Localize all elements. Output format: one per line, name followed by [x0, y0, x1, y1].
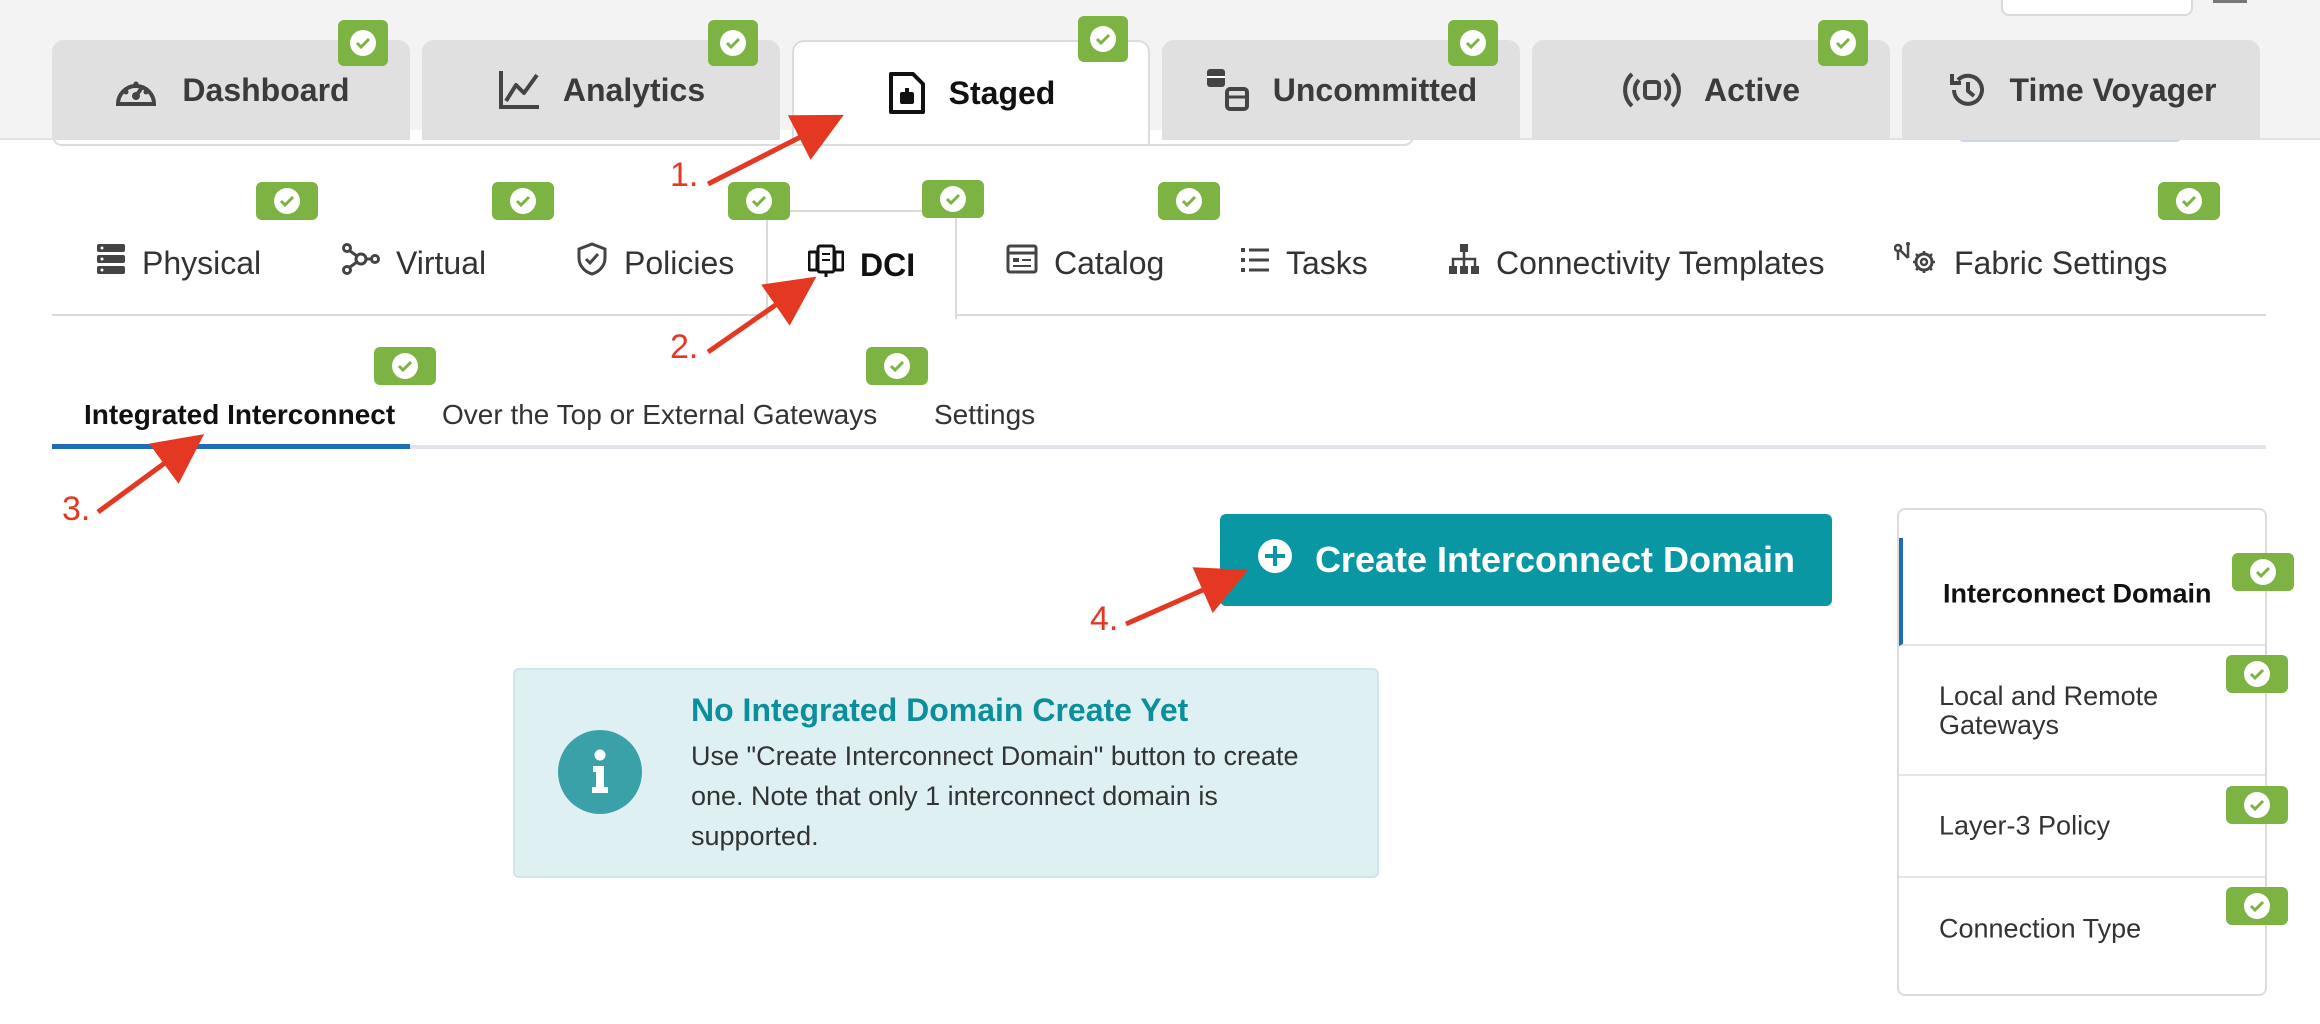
- task-list-icon: [1240, 245, 1270, 282]
- staged-document-icon: [887, 70, 927, 116]
- catalog-window-icon: [1006, 244, 1038, 282]
- tab-time-voyager[interactable]: Time Voyager: [1902, 40, 2260, 140]
- check-badge-icon: [708, 20, 758, 66]
- check-badge-icon: [866, 347, 928, 385]
- plus-circle-icon: [1257, 538, 1293, 583]
- side-item-interconnect-domain[interactable]: Interconnect Domain: [1899, 538, 2265, 646]
- side-item-label: Local and Remote Gateways: [1939, 681, 2159, 740]
- tab-settings[interactable]: Settings: [934, 385, 1035, 445]
- check-badge-icon: [374, 347, 436, 385]
- tab-analytics-label: Analytics: [562, 71, 706, 108]
- tab-tasks-label: Tasks: [1286, 244, 1368, 281]
- tab-physical-label: Physical: [142, 244, 262, 281]
- tab-dashboard-label: Dashboard: [182, 71, 350, 108]
- tab-catalog[interactable]: Catalog: [1006, 210, 1164, 316]
- tab-fabric-settings[interactable]: Fabric Settings: [1893, 210, 2168, 316]
- tab-virtual-label: Virtual: [396, 244, 487, 281]
- check-badge-icon: [1448, 20, 1498, 66]
- side-panel: Interconnect Domain Local and Remote Gat…: [1897, 508, 2267, 996]
- check-badge-icon: [1078, 16, 1128, 62]
- tab-catalog-label: Catalog: [1054, 244, 1165, 281]
- tab-integrated-interconnect[interactable]: Integrated Interconnect: [84, 385, 395, 445]
- info-circle-icon: [558, 730, 642, 814]
- tab-virtual[interactable]: Virtual: [342, 210, 486, 316]
- tab-uncommitted-label: Uncommitted: [1272, 71, 1478, 108]
- history-icon: [1946, 69, 1988, 111]
- check-badge-icon: [338, 20, 388, 66]
- annotation-arrow-3: [96, 434, 205, 515]
- tab-time-voyager-label: Time Voyager: [2009, 71, 2217, 108]
- check-badge-icon: [728, 182, 790, 220]
- tab-over-the-top[interactable]: Over the Top or External Gateways: [442, 385, 877, 445]
- side-item-connection-type[interactable]: Connection Type: [1899, 878, 2265, 980]
- annotation-step-2: 2.: [670, 328, 699, 366]
- check-badge-icon: [2226, 887, 2288, 925]
- check-badge-icon: [1158, 182, 1220, 220]
- check-badge-icon: [2226, 655, 2288, 693]
- line-chart-icon: [497, 69, 541, 111]
- side-item-label: Interconnect Domain: [1943, 578, 2212, 609]
- annotation-step-3: 3.: [62, 490, 91, 528]
- info-title: No Integrated Domain Create Yet: [691, 692, 1189, 728]
- shield-check-icon: [576, 242, 608, 284]
- top-corner-control[interactable]: [2001, 0, 2193, 16]
- gauge-icon: [112, 70, 160, 110]
- create-interconnect-domain-button[interactable]: Create Interconnect Domain: [1220, 514, 1832, 606]
- tab-dci-label: DCI: [860, 246, 916, 283]
- network-nodes-icon: [342, 243, 380, 283]
- fabric-settings-icon: [1893, 242, 1938, 284]
- tab-fabric-settings-label: Fabric Settings: [1954, 244, 2168, 281]
- annotation-step-1: 1.: [670, 156, 699, 194]
- create-button-label: Create Interconnect Domain: [1314, 539, 1796, 580]
- tab-dci[interactable]: DCI: [766, 210, 958, 320]
- side-item-label: Connection Type: [1939, 913, 2142, 944]
- check-badge-icon: [1818, 20, 1868, 66]
- empty-state-info: No Integrated Domain Create Yet Use "Cre…: [513, 668, 1379, 878]
- tab-connectivity-templates-label: Connectivity Templates: [1496, 244, 1825, 281]
- server-stack-icon: [96, 243, 126, 283]
- tab-active-label: Active: [1703, 71, 1801, 108]
- uncommitted-boxes-icon: [1205, 67, 1251, 113]
- tab-policies[interactable]: Policies: [576, 210, 734, 316]
- annotation-step-4: 4.: [1090, 600, 1119, 638]
- side-item-label: Layer-3 Policy: [1939, 810, 2111, 841]
- check-badge-icon: [492, 182, 554, 220]
- dci-icon: [807, 244, 845, 286]
- tab-connectivity-templates[interactable]: Connectivity Templates: [1448, 210, 1824, 316]
- hierarchy-icon: [1448, 243, 1480, 283]
- check-badge-icon: [2226, 786, 2288, 824]
- check-badge-icon: [2232, 553, 2294, 591]
- info-body: Use "Create Interconnect Domain" button …: [691, 741, 1299, 851]
- menu-icon[interactable]: [2213, 0, 2247, 3]
- annotation-arrow-4: [1124, 567, 1249, 627]
- side-item-local-remote-gateways[interactable]: Local and Remote Gateways: [1899, 646, 2265, 776]
- check-badge-icon: [922, 180, 984, 218]
- check-badge-icon: [2158, 182, 2220, 220]
- tab-policies-label: Policies: [624, 244, 735, 281]
- tab-physical[interactable]: Physical: [96, 210, 261, 316]
- tab-tasks[interactable]: Tasks: [1240, 210, 1368, 316]
- tab-staged-label: Staged: [948, 74, 1056, 111]
- check-badge-icon: [256, 182, 318, 220]
- broadcast-icon: [1622, 70, 1682, 110]
- side-item-layer3-policy[interactable]: Layer-3 Policy: [1899, 776, 2265, 878]
